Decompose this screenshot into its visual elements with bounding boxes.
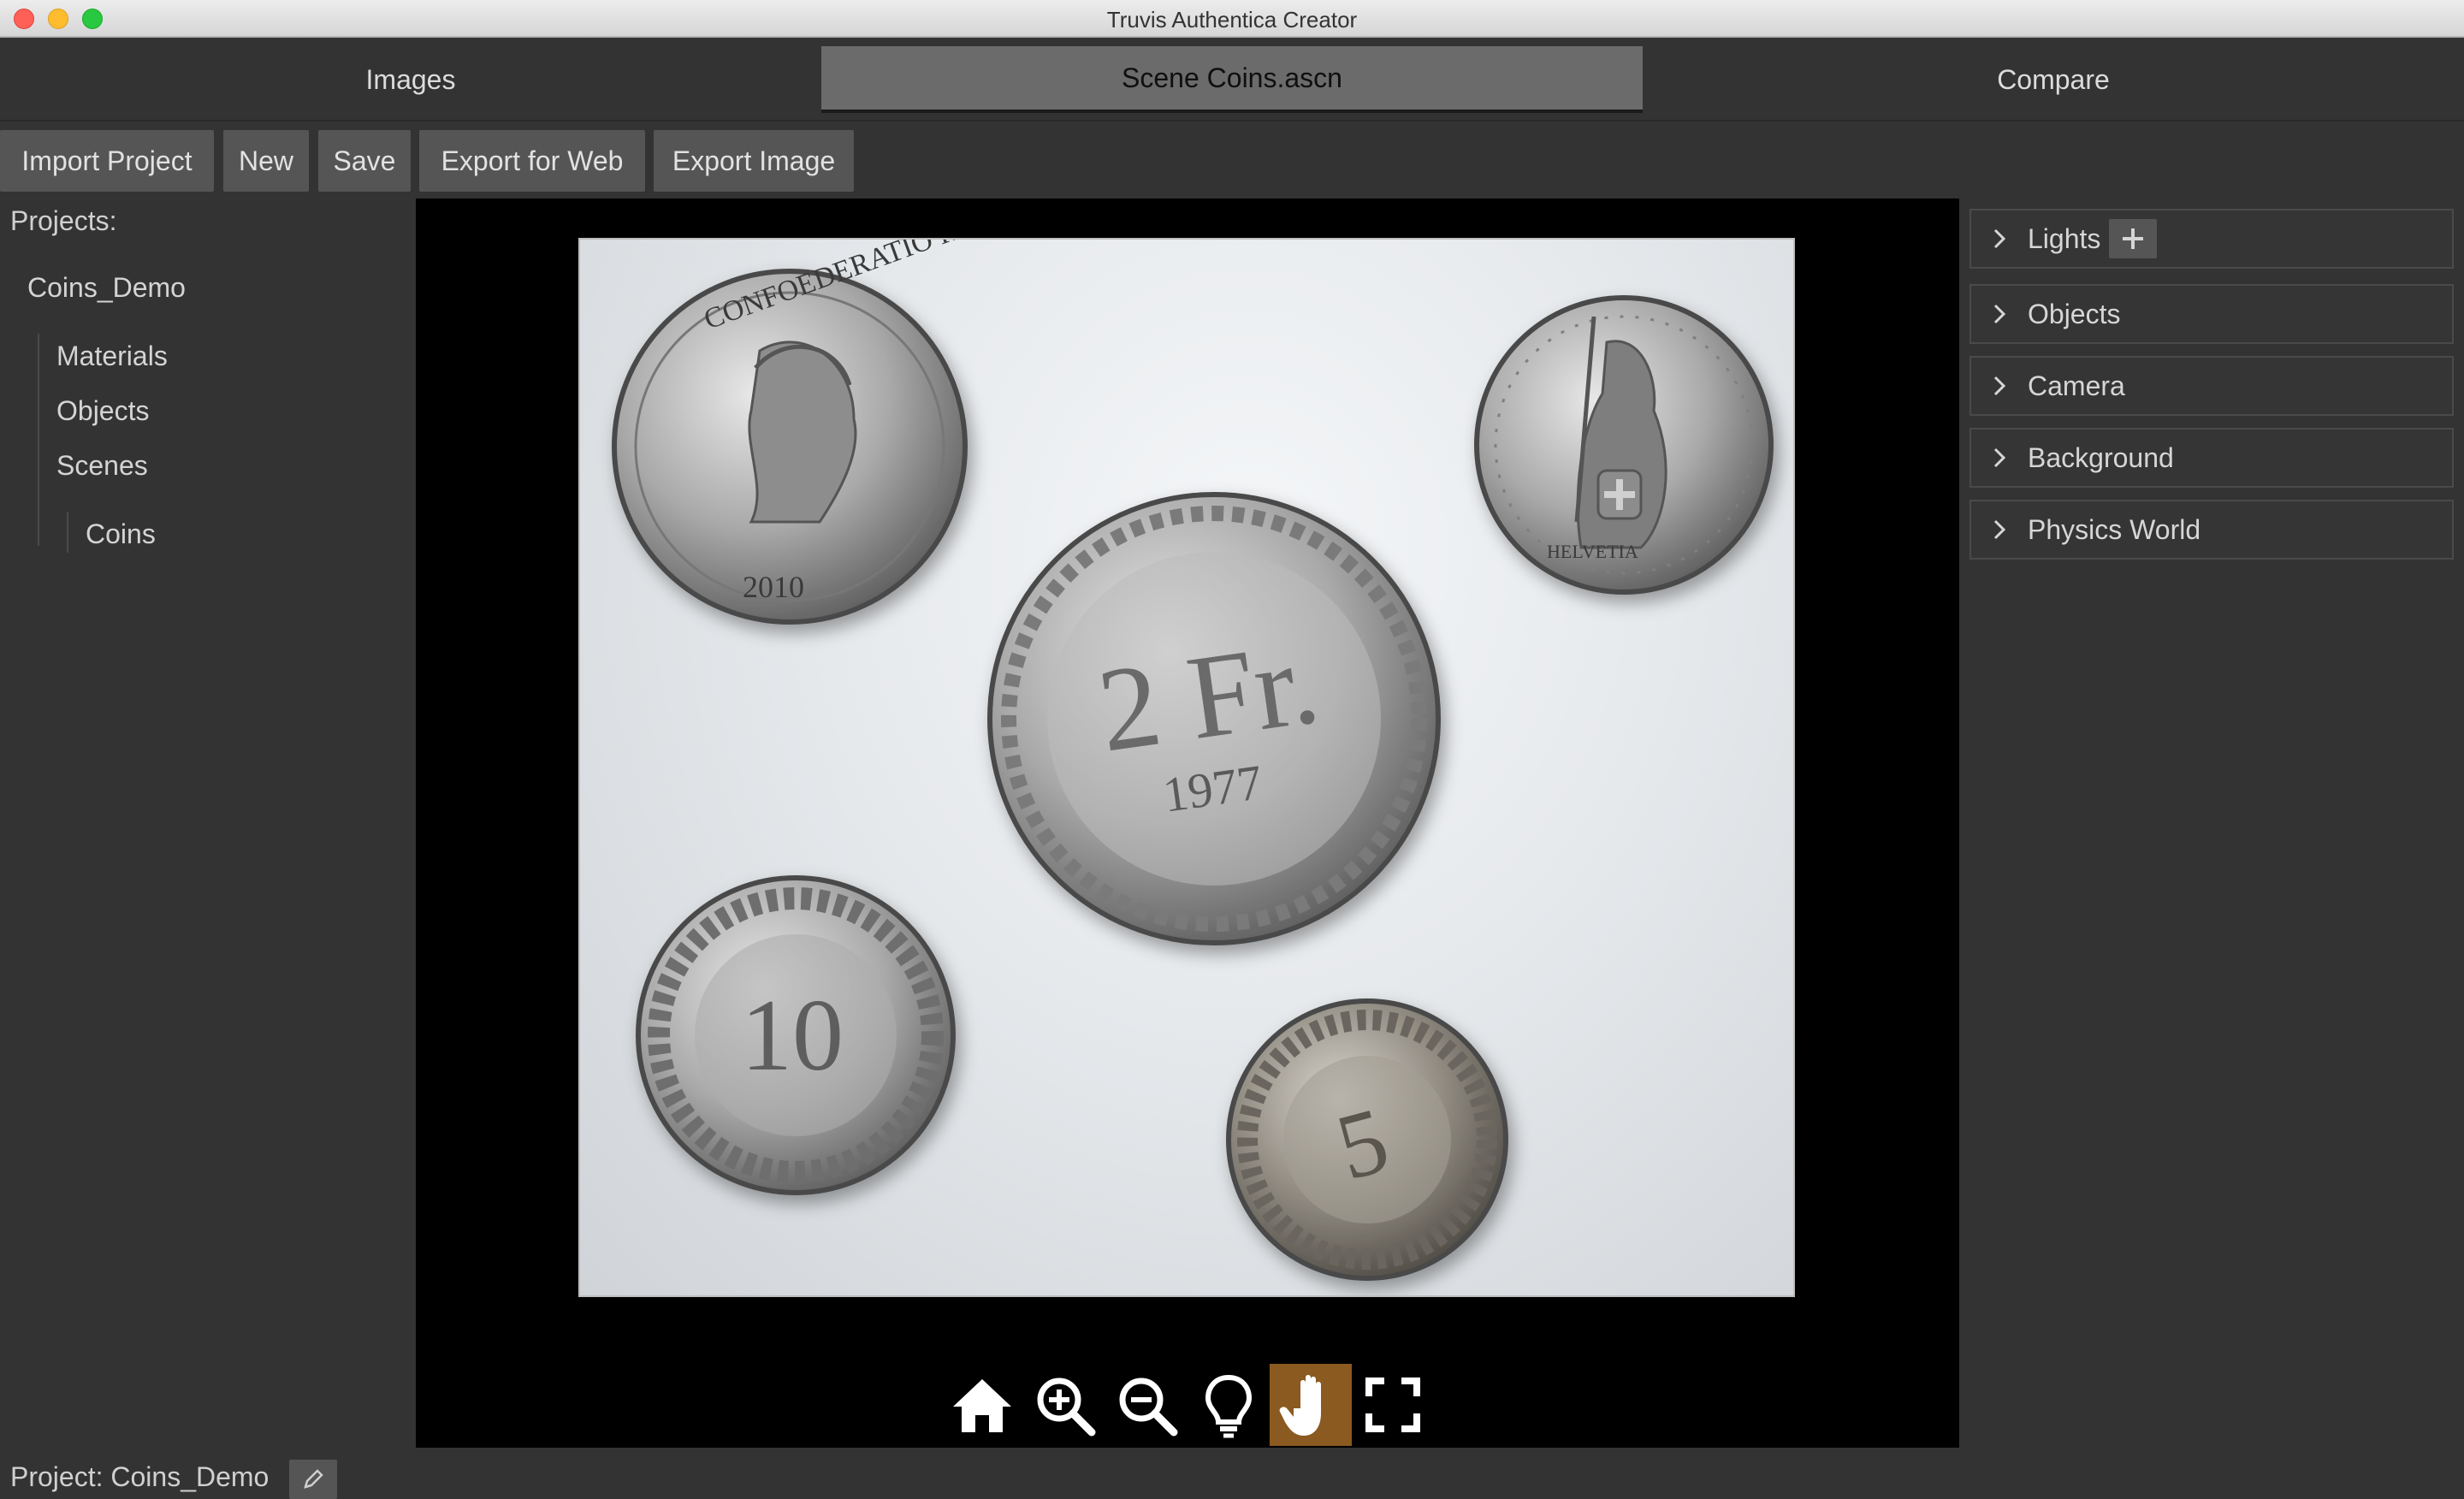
tree-guide-line [67,512,68,553]
chevron-right-icon [1993,376,2006,396]
home-icon [953,1379,1011,1432]
tab-compare[interactable]: Compare [1643,46,2464,113]
tree-item-objects[interactable]: Objects [56,395,149,427]
coins-render: CONFOEDERATIO HELVETICA 2010 2 Fr. 1977 … [612,240,1774,1281]
main-toolbar: Import Project New Save Export for Web E… [0,123,2464,198]
lighting-button[interactable] [1188,1364,1270,1446]
coin-4-value: 10 [741,978,844,1092]
projects-label: Projects: [10,205,117,236]
tree-item-coins-demo[interactable]: Coins_Demo [27,272,186,304]
project-status: Project: Coins_Demo [10,1461,270,1492]
section-label: Camera [2028,370,2125,401]
pan-tool-button[interactable] [1270,1364,1352,1446]
zoom-in-button[interactable] [1023,1364,1105,1446]
tree-item-coins[interactable]: Coins [86,518,156,550]
fullscreen-button[interactable] [1352,1364,1434,1446]
coin-1-year: 2010 [743,570,804,604]
tree-item-scenes[interactable]: Scenes [56,450,148,482]
chevron-right-icon [1993,228,2006,249]
zoom-out-button[interactable] [1105,1364,1188,1446]
section-lights[interactable]: Lights [1969,209,2454,269]
export-image-button[interactable]: Export Image [654,130,854,192]
tab-scene[interactable]: Scene Coins.ascn [821,46,1643,113]
section-label: Lights [2028,222,2101,254]
edit-project-button[interactable] [289,1460,337,1499]
coin-3-legend: HELVETIA [1547,541,1638,562]
save-button[interactable]: Save [318,130,411,192]
section-label: Objects [2028,298,2121,329]
add-light-button[interactable] [2109,219,2158,258]
section-background[interactable]: Background [1969,428,2454,488]
scene-render[interactable]: CONFOEDERATIO HELVETICA 2010 2 Fr. 1977 … [578,238,1795,1297]
section-label: Physics World [2028,513,2201,545]
scene-viewport[interactable]: CONFOEDERATIO HELVETICA 2010 2 Fr. 1977 … [416,198,1959,1460]
section-physics-world[interactable]: Physics World [1969,500,2454,560]
tab-images[interactable]: Images [0,46,821,113]
tab-bar: Images Scene Coins.ascn Compare [0,38,2464,121]
tree-item-materials[interactable]: Materials [56,341,168,372]
chevron-right-icon [1993,304,2006,324]
project-sidebar: Projects: Coins_Demo Materials Objects S… [0,198,416,1448]
import-project-button[interactable]: Import Project [0,130,214,192]
window-title: Truvis Authentica Creator [1106,7,1358,33]
chevron-right-icon [1993,519,2006,540]
viewport-toolbar [941,1364,1434,1449]
status-bar: Project: Coins_Demo [0,1448,2464,1499]
title-bar: Truvis Authentica Creator [0,0,2464,38]
properties-panel: Lights Objects Camera Background Physics… [1959,198,2464,1448]
section-camera[interactable]: Camera [1969,356,2454,416]
chevron-right-icon [1993,447,2006,468]
export-for-web-button[interactable]: Export for Web [419,130,645,192]
zoom-out-icon [1119,1378,1178,1437]
pencil-icon [304,1469,323,1489]
section-label: Background [2028,441,2174,473]
lightbulb-icon [1205,1374,1253,1438]
hand-icon [1279,1375,1321,1436]
new-button[interactable]: New [223,130,309,192]
home-view-button[interactable] [941,1364,1023,1446]
zoom-in-icon [1037,1378,1096,1437]
plus-icon [2123,228,2144,249]
fullscreen-icon [1365,1378,1420,1432]
section-objects[interactable]: Objects [1969,284,2454,344]
tree-guide-line [38,334,39,546]
